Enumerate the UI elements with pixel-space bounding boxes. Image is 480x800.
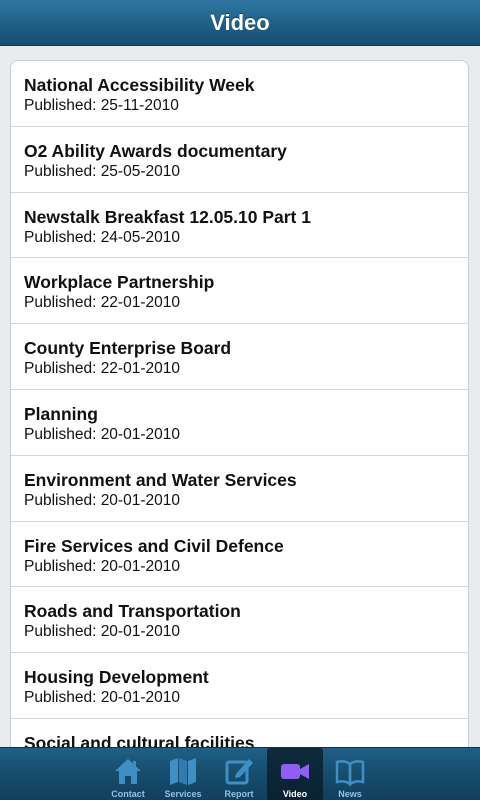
video-title: Fire Services and Civil Defence	[24, 535, 284, 556]
video-title: Environment and Water Services	[24, 469, 297, 490]
tab-contact[interactable]: Contact	[100, 748, 156, 800]
list-item[interactable]: Planning Published: 20-01-2010	[11, 390, 468, 456]
page-title: Video	[210, 9, 270, 35]
tab-label: Video	[282, 789, 308, 799]
tab-label: News	[338, 789, 362, 799]
published-date: Published: 20-01-2010	[24, 623, 180, 641]
published-date: Published: 22-01-2010	[24, 360, 180, 378]
published-date: Published: 20-01-2010	[24, 557, 180, 575]
tab-label: Report	[224, 789, 254, 799]
video-title: Roads and Transportation	[24, 601, 241, 622]
video-title: County Enterprise Board	[24, 338, 232, 359]
list-item[interactable]: Environment and Water Services Published…	[11, 456, 468, 522]
tab-label: Services	[164, 789, 202, 799]
tab-label: Contact	[111, 789, 145, 799]
map-icon	[166, 755, 200, 787]
published-date: Published: 24-05-2010	[24, 228, 180, 246]
published-date: Published: 25-11-2010	[24, 97, 179, 114]
book-icon	[333, 755, 367, 787]
list-item[interactable]: National Accessibility Week Published: 2…	[11, 61, 468, 127]
tab-news[interactable]: News	[322, 748, 378, 800]
tab-bar: Contact Services Report Video News	[0, 747, 480, 800]
house-icon	[111, 755, 145, 787]
list-item[interactable]: Workplace Partnership Published: 22-01-2…	[11, 258, 468, 325]
list-item[interactable]: Social and cultural facilities	[11, 719, 468, 748]
title-bar: Video	[0, 0, 480, 46]
published-date: Published: 25-05-2010	[24, 162, 180, 180]
tab-services[interactable]: Services	[155, 748, 211, 800]
published-date: Published: 22-01-2010	[24, 294, 180, 312]
tab-report[interactable]: Report	[211, 748, 267, 800]
list-item[interactable]: Housing Development Published: 20-01-201…	[11, 653, 468, 719]
list-item[interactable]: County Enterprise Board Published: 22-01…	[11, 324, 468, 390]
video-title: Planning	[24, 403, 98, 424]
video-title: National Accessibility Week	[24, 75, 255, 95]
list-item[interactable]: Roads and Transportation Published: 20-0…	[11, 587, 468, 654]
video-list[interactable]: National Accessibility Week Published: 2…	[10, 60, 469, 748]
video-title: Newstalk Breakfast 12.05.10 Part 1	[24, 206, 311, 227]
list-item[interactable]: Newstalk Breakfast 12.05.10 Part 1 Publi…	[11, 193, 468, 259]
published-date: Published: 20-01-2010	[24, 491, 180, 509]
video-title: Housing Development	[24, 667, 209, 688]
list-item[interactable]: O2 Ability Awards documentary Published:…	[11, 127, 468, 193]
video-title: Workplace Partnership	[24, 272, 215, 293]
list-item[interactable]: Fire Services and Civil Defence Publishe…	[11, 522, 468, 588]
tab-video[interactable]: Video	[267, 748, 323, 800]
pencil-icon	[222, 755, 256, 787]
published-date: Published: 20-01-2010	[24, 425, 180, 443]
video-title: Social and cultural facilities	[24, 732, 255, 748]
video-camera-icon	[278, 755, 312, 787]
published-date: Published: 20-01-2010	[24, 689, 180, 707]
video-title: O2 Ability Awards documentary	[24, 140, 287, 161]
